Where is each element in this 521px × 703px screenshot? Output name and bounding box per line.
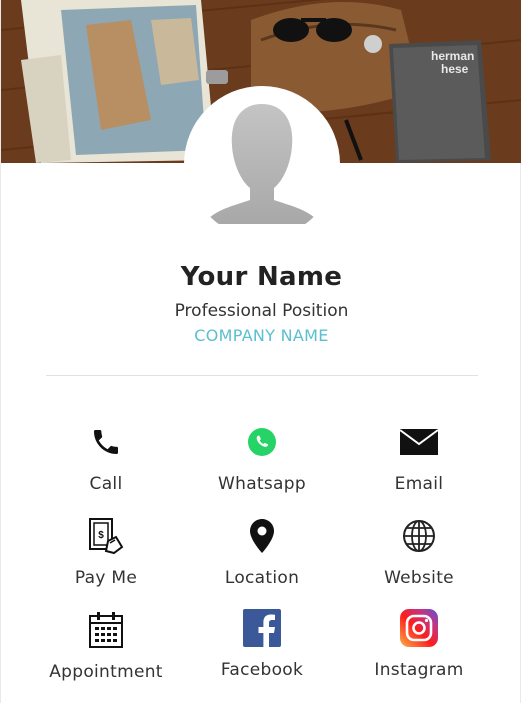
facebook-icon	[240, 606, 284, 650]
phone-icon	[84, 420, 128, 464]
instagram-label: Instagram	[374, 660, 464, 680]
book-title-line2: hese	[441, 62, 469, 76]
pay-me-label: Pay Me	[74, 568, 138, 588]
instagram-icon	[397, 606, 441, 650]
profile-position: Professional Position	[174, 301, 349, 321]
email-action[interactable]: Email	[339, 420, 499, 494]
appointment-label: Appointment	[49, 662, 163, 682]
whatsapp-icon	[240, 420, 284, 464]
calendar-icon	[84, 608, 128, 652]
globe-icon	[397, 514, 441, 558]
pay-me-action[interactable]: $ Pay Me	[26, 514, 186, 588]
location-label: Location	[224, 568, 300, 588]
svg-text:$: $	[98, 530, 104, 541]
whatsapp-label: Whatsapp	[218, 474, 306, 494]
profile-name: Your Name	[180, 262, 343, 292]
call-label: Call	[89, 474, 123, 494]
call-action[interactable]: Call	[26, 420, 186, 494]
location-pin-icon	[240, 514, 284, 558]
appointment-action[interactable]: Appointment	[26, 608, 186, 682]
facebook-action[interactable]: Facebook	[182, 606, 342, 680]
whatsapp-action[interactable]: Whatsapp	[182, 420, 342, 494]
avatar	[188, 90, 336, 238]
website-action[interactable]: Website	[339, 514, 499, 588]
avatar-frame	[184, 86, 340, 242]
book-title-line1: herman	[431, 49, 474, 63]
email-icon	[397, 420, 441, 464]
payment-icon: $	[84, 514, 128, 558]
company-name: COMPANY NAME	[194, 326, 329, 345]
location-action[interactable]: Location	[182, 514, 342, 588]
instagram-action[interactable]: Instagram	[339, 606, 499, 680]
divider	[46, 375, 478, 376]
email-label: Email	[394, 474, 444, 494]
facebook-label: Facebook	[220, 660, 304, 680]
website-label: Website	[384, 568, 454, 588]
business-card: herman hese Your Name Professional Posit…	[0, 0, 521, 703]
